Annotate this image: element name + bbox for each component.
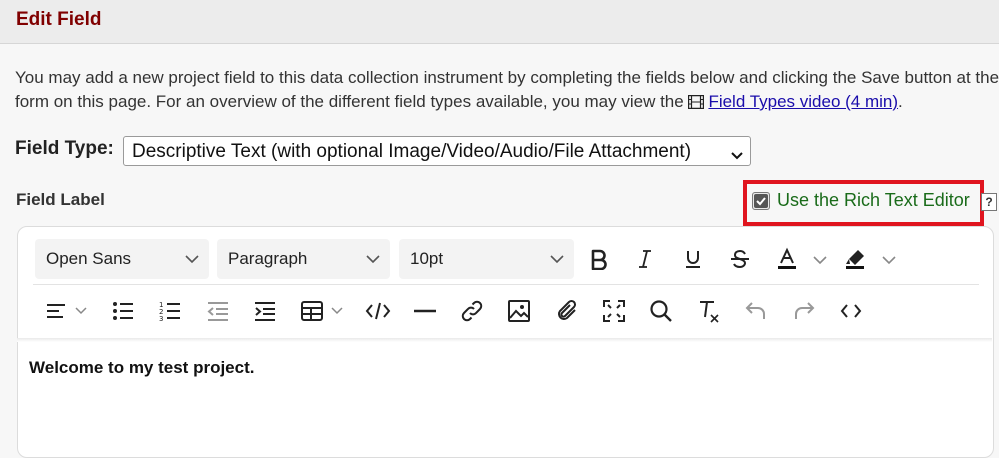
bullet-list-icon[interactable]: [108, 296, 138, 326]
chevron-down-icon: [730, 145, 744, 167]
chevron-down-icon[interactable]: [810, 250, 830, 270]
horizontal-rule-icon[interactable]: [410, 296, 440, 326]
font-size-value: 10pt: [410, 249, 444, 268]
chevron-down-icon[interactable]: [72, 302, 90, 320]
highlight-color-icon[interactable]: [840, 244, 870, 274]
toolbar-bottom-edge: [17, 338, 992, 342]
align-left-icon[interactable]: [42, 296, 70, 326]
rich-text-checkbox[interactable]: [752, 192, 770, 210]
clear-formatting-icon[interactable]: [694, 296, 724, 326]
intro-line-2-end: .: [898, 92, 903, 111]
field-type-label: Field Type:: [15, 138, 114, 159]
source-code-icon[interactable]: [836, 296, 866, 326]
text-color-icon[interactable]: [772, 244, 802, 274]
font-size-dropdown[interactable]: 10pt: [399, 239, 574, 279]
chevron-down-icon: [185, 255, 199, 264]
intro-line-1: You may add a new project field to this …: [15, 68, 999, 87]
checkmark-icon: [754, 194, 768, 208]
italic-icon[interactable]: [630, 244, 660, 274]
help-button[interactable]: ?: [981, 193, 997, 211]
chevron-down-icon[interactable]: [879, 250, 899, 270]
field-type-selected-value: Descriptive Text (with optional Image/Vi…: [132, 141, 692, 162]
intro-text: You may add a new project field to this …: [15, 66, 999, 116]
chevron-down-icon[interactable]: [328, 302, 346, 320]
redo-icon[interactable]: [789, 296, 819, 326]
block-format-value: Paragraph: [228, 249, 308, 268]
field-types-video-link[interactable]: Field Types video (4 min): [708, 92, 898, 111]
dialog-title: Edit Field: [16, 9, 102, 30]
toolbar-divider: [33, 284, 979, 285]
chevron-down-icon: [366, 255, 380, 264]
table-icon[interactable]: [297, 296, 327, 326]
attachment-icon[interactable]: [552, 296, 582, 326]
intro-line-2-text: form on this page. For an overview of th…: [15, 92, 689, 111]
svg-text:3: 3: [159, 315, 163, 322]
editor-content[interactable]: Welcome to my test project.: [29, 358, 254, 378]
chevron-down-icon: [550, 255, 564, 264]
outdent-icon[interactable]: [203, 296, 233, 326]
bold-icon[interactable]: [584, 244, 614, 274]
search-icon[interactable]: [646, 296, 676, 326]
code-sample-icon[interactable]: [362, 296, 394, 326]
film-icon: [688, 92, 705, 116]
field-label-heading: Field Label: [16, 190, 105, 209]
undo-icon[interactable]: [741, 296, 771, 326]
rich-text-label[interactable]: Use the Rich Text Editor: [777, 190, 970, 211]
font-family-dropdown[interactable]: Open Sans: [35, 239, 209, 279]
numbered-list-icon[interactable]: 123: [155, 296, 185, 326]
block-format-dropdown[interactable]: Paragraph: [217, 239, 390, 279]
font-family-value: Open Sans: [46, 249, 132, 268]
fullscreen-icon[interactable]: [599, 296, 629, 326]
field-type-select[interactable]: Descriptive Text (with optional Image/Vi…: [123, 136, 751, 166]
link-icon[interactable]: [457, 296, 487, 326]
intro-line-2: form on this page. For an overview of th…: [15, 90, 999, 116]
strikethrough-icon[interactable]: [725, 244, 755, 274]
indent-icon[interactable]: [250, 296, 280, 326]
dialog-header: Edit Field: [0, 0, 999, 44]
image-icon[interactable]: [504, 296, 534, 326]
underline-icon[interactable]: [678, 244, 708, 274]
